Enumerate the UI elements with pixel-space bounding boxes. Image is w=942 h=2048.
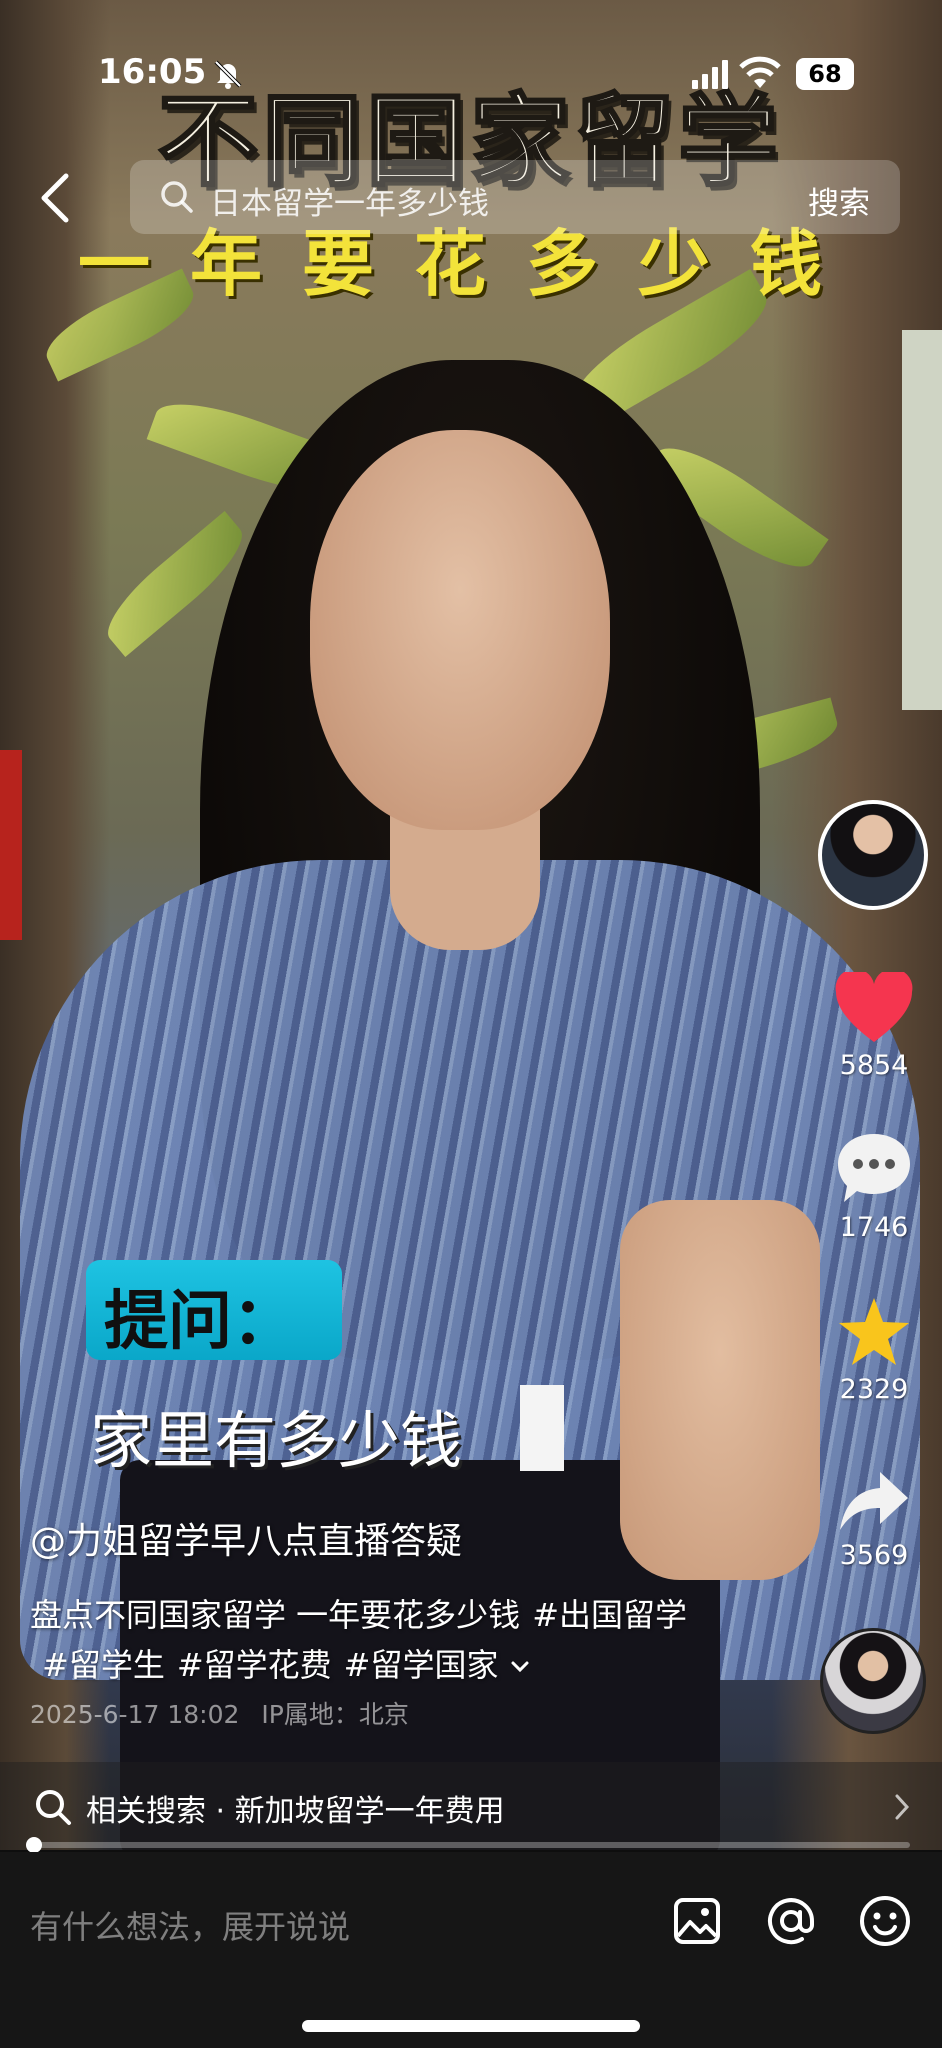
favorite-button[interactable]: 2329 xyxy=(822,1296,926,1405)
hashtag[interactable]: #留学花费 xyxy=(177,1646,332,1684)
search-icon xyxy=(36,1790,71,1825)
scene-window xyxy=(902,330,942,710)
music-disc[interactable] xyxy=(820,1628,926,1734)
share-icon xyxy=(840,1472,908,1530)
at-icon[interactable] xyxy=(764,1894,818,1948)
search-bar[interactable]: 日本留学一年多少钱 搜索 xyxy=(130,160,900,234)
comment-bar: 有什么想法，展开说说 xyxy=(0,1852,942,2048)
like-count: 5854 xyxy=(839,1050,909,1081)
bell-off-icon xyxy=(214,60,242,89)
search-input[interactable]: 日本留学一年多少钱 xyxy=(210,178,489,223)
share-count: 3569 xyxy=(839,1540,909,1571)
video-progress-bar[interactable] xyxy=(26,1837,910,1853)
post-description[interactable]: 盘点不同国家留学 一年要花多少钱 #出国留学 #留学生 #留学花费 #留学国家 xyxy=(30,1590,710,1690)
search-button[interactable]: 搜索 xyxy=(808,178,870,223)
description-text: 盘点不同国家留学 一年要花多少钱 xyxy=(30,1596,521,1634)
related-search-label: 相关搜索 · 新加坡留学一年费用 xyxy=(86,1794,505,1829)
comment-input[interactable]: 有什么想法，展开说说 xyxy=(30,1902,350,1948)
hashtag[interactable]: #留学国家 xyxy=(344,1646,499,1684)
comment-count: 1746 xyxy=(839,1212,909,1243)
chevron-right-icon xyxy=(895,1794,910,1820)
post-date: 2025-6-17 18:02 xyxy=(30,1700,240,1729)
hashtag[interactable]: #出国留学 xyxy=(532,1596,687,1634)
search-icon xyxy=(161,181,193,213)
scene-red-panel xyxy=(0,750,22,940)
back-icon[interactable] xyxy=(38,172,72,224)
status-bar: 16:05 68 xyxy=(0,0,942,92)
video-subtitle: 家里有多少钱 xyxy=(90,1404,463,1477)
battery-indicator: 68 xyxy=(796,58,854,90)
chevron-down-icon[interactable] xyxy=(509,1656,531,1678)
related-search-bar[interactable]: 相关搜索 · 新加坡留学一年费用 xyxy=(0,1762,942,1852)
author-avatar[interactable] xyxy=(818,800,928,910)
share-button[interactable]: 3569 xyxy=(822,1468,926,1571)
hashtag[interactable]: #留学生 xyxy=(42,1646,165,1684)
heart-icon xyxy=(835,972,913,1042)
status-time: 16:05 xyxy=(98,52,207,92)
home-indicator[interactable] xyxy=(302,2020,640,2032)
subtitle-cursor xyxy=(520,1385,564,1471)
favorite-count: 2329 xyxy=(839,1374,909,1405)
comment-icon xyxy=(838,1134,910,1202)
question-tag-label: 提问： xyxy=(104,1284,296,1359)
scene-hand xyxy=(620,1200,820,1580)
like-button[interactable]: 5854 xyxy=(822,972,926,1081)
author-name[interactable]: @力姐留学早八点直播答疑 xyxy=(30,1512,462,1564)
scene-face xyxy=(310,430,610,830)
emoji-icon[interactable] xyxy=(858,1894,912,1948)
image-icon[interactable] xyxy=(672,1896,722,1946)
post-location: IP属地：北京 xyxy=(261,1700,409,1729)
signal-icon xyxy=(692,60,728,89)
question-tag: 提问： xyxy=(86,1260,342,1360)
post-meta: 2025-6-17 18:02 IP属地：北京 xyxy=(30,1695,409,1731)
wifi-icon xyxy=(739,56,781,88)
comment-button[interactable]: 1746 xyxy=(822,1130,926,1243)
star-icon xyxy=(839,1298,909,1365)
